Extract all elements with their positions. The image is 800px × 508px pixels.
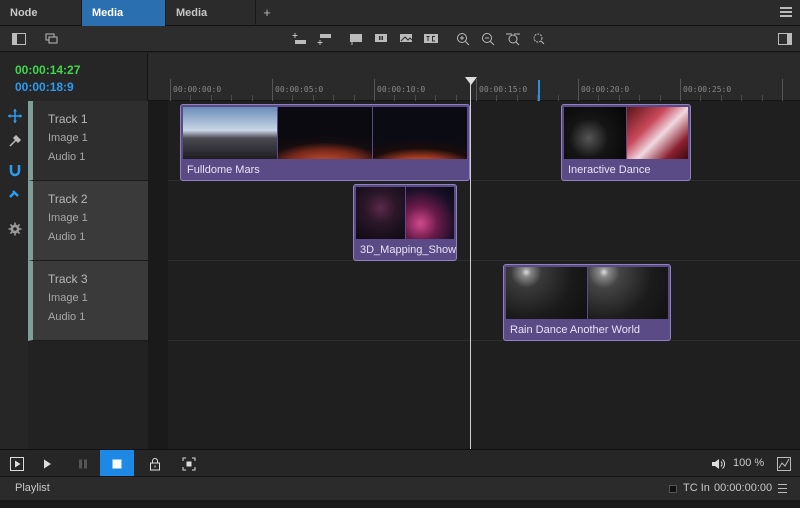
wave-display-button[interactable]	[767, 450, 800, 477]
clip-thumbnails	[506, 267, 668, 319]
ruler-label: 00:00:15:0	[479, 85, 528, 94]
timecode-panel: 00:00:14:27 00:00:18:9	[0, 53, 148, 101]
clip-ineractive-dance[interactable]: Ineractive Dance	[561, 104, 691, 181]
transport-bar: 100 %	[0, 449, 800, 477]
tc-in-value[interactable]: 00:00:00:00	[714, 482, 772, 494]
track-header-2[interactable]: Track 2 Image 1 Audio 1	[28, 181, 148, 261]
thumbnail-mars-horizon	[373, 107, 467, 159]
thumbnail-dance-red	[626, 107, 688, 159]
tab-node-graph[interactable]: Node Graph	[0, 0, 82, 45]
track-audio-label: Audio 1	[48, 151, 86, 163]
timeline-lane-2[interactable]	[168, 181, 800, 261]
timeline-tool-strip	[0, 101, 28, 449]
add-track-above-icon[interactable]	[291, 31, 307, 47]
track-header-empty	[28, 341, 148, 449]
media-player-app: Node Graph Media Player Media Library +	[0, 0, 800, 508]
playhead-handle[interactable]	[465, 77, 477, 85]
track-name: Track 3	[48, 272, 88, 286]
snap-magnet-icon[interactable]	[7, 163, 23, 179]
ruler-label: 00:00:05:0	[275, 85, 324, 94]
clip-label: Rain Dance Another World	[510, 324, 641, 336]
zoom-in-icon[interactable]	[455, 31, 471, 47]
ripple-magnet-icon[interactable]	[7, 188, 23, 204]
clip-thumbnails	[356, 187, 454, 239]
zoom-fit-icon[interactable]	[505, 31, 521, 47]
track-name: Track 2	[48, 192, 88, 206]
clip-fulldome-mars[interactable]: Fulldome Mars	[180, 104, 470, 181]
volume-button[interactable]	[701, 450, 735, 477]
toggle-right-panel-icon[interactable]	[777, 31, 793, 47]
thumbnail-rocket	[183, 107, 277, 159]
thumbnail-rain-dance-2	[587, 267, 668, 319]
clip-label: Ineractive Dance	[568, 164, 651, 176]
current-timecode: 00:00:14:27	[15, 63, 81, 77]
layers-icon[interactable]	[44, 31, 60, 47]
tab-media-player[interactable]: Media Player	[82, 0, 166, 45]
toggle-left-panel-icon[interactable]	[11, 31, 27, 47]
zoom-out-icon[interactable]	[480, 31, 496, 47]
track-audio-label: Audio 1	[48, 231, 86, 243]
clip-rain-dance-another-world[interactable]: Rain Dance Another World	[503, 264, 671, 341]
move-tool-icon[interactable]	[7, 108, 23, 124]
clip-label: Fulldome Mars	[187, 164, 260, 176]
thumbnail-mars	[278, 107, 372, 159]
ruler-label: 00:00:00:0	[173, 85, 222, 94]
ruler-label: 00:00:10:0	[377, 85, 426, 94]
settings-gear-icon[interactable]	[7, 221, 23, 237]
playhead-line[interactable]	[470, 80, 471, 449]
tc-in-checkbox[interactable]	[669, 485, 677, 493]
timecode-marker-icon[interactable]	[423, 31, 439, 47]
ruler-label: 00:00:25:0	[683, 85, 732, 94]
tc-in-label: TC In	[683, 482, 710, 494]
play-preview-button[interactable]	[0, 450, 34, 477]
track-image-label: Image 1	[48, 292, 88, 304]
razor-tool-icon[interactable]	[7, 133, 23, 149]
tab-media-library[interactable]: Media Library	[166, 0, 256, 45]
volume-level: 100 %	[733, 457, 765, 469]
pause-button[interactable]	[66, 450, 100, 477]
pause-marker-icon[interactable]	[373, 31, 389, 47]
add-track-below-icon[interactable]	[316, 31, 332, 47]
playlist-tab[interactable]: Playlist	[15, 482, 50, 494]
image-marker-icon[interactable]	[398, 31, 414, 47]
tab-bar: Node Graph Media Player Media Library +	[0, 0, 800, 45]
marker-icon[interactable]	[348, 31, 364, 47]
track-image-label: Image 1	[48, 132, 88, 144]
track-audio-label: Audio 1	[48, 311, 86, 323]
thumbnail-mapping-lights	[405, 187, 454, 239]
status-bar: Playlist TC In 00:00:00:00	[0, 476, 800, 500]
clip-thumbnails	[183, 107, 467, 159]
thumbnail-rain-dance-1	[506, 267, 587, 319]
add-tab-button[interactable]: +	[258, 0, 276, 26]
timeline-marker[interactable]	[538, 80, 540, 101]
ruler-label: 00:00:20:0	[581, 85, 630, 94]
clip-thumbnails	[564, 107, 688, 159]
track-image-label: Image 1	[48, 212, 88, 224]
bottom-strip	[0, 500, 800, 508]
fullscreen-button[interactable]	[172, 450, 206, 477]
play-button[interactable]	[30, 450, 64, 477]
toolbar	[0, 26, 800, 52]
thumbnail-dance-dark	[564, 107, 626, 159]
zoom-selection-icon[interactable]	[530, 31, 546, 47]
clip-3d-mapping-show[interactable]: 3D_Mapping_Show	[353, 184, 457, 261]
track-header-3[interactable]: Track 3 Image 1 Audio 1	[28, 261, 148, 341]
lock-button[interactable]	[138, 450, 172, 477]
thumbnail-mapping-stage	[356, 187, 405, 239]
hamburger-menu-icon[interactable]	[780, 7, 792, 17]
duration-timecode: 00:00:18:9	[15, 80, 74, 94]
track-header-1[interactable]: Track 1 Image 1 Audio 1	[28, 101, 148, 181]
track-name: Track 1	[48, 112, 88, 126]
timeline-gutter	[148, 101, 168, 449]
playlist-menu-icon[interactable]	[778, 484, 787, 493]
timeline-lane-3[interactable]	[168, 261, 800, 341]
clip-label: 3D_Mapping_Show	[360, 244, 457, 256]
stop-button[interactable]	[100, 450, 134, 477]
